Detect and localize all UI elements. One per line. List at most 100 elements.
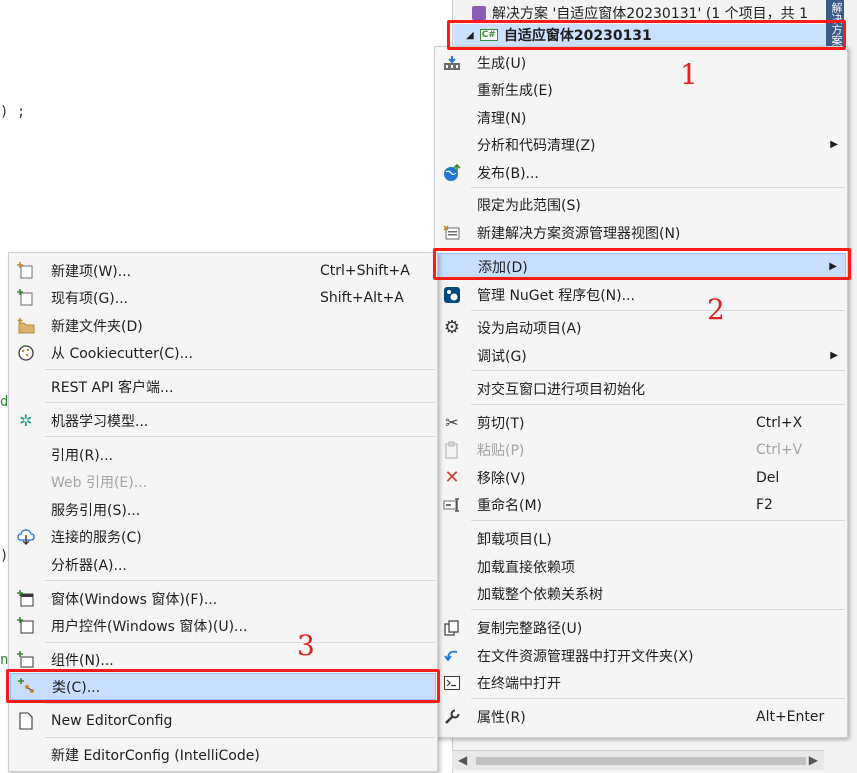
nuget-icon: [442, 285, 462, 305]
menu-item-label: 分析和代码清理(Z): [477, 137, 596, 154]
submenu-item-new-item[interactable]: 新建项(W)... Ctrl+Shift+A: [10, 257, 436, 284]
scroll-left-icon[interactable]: ◀: [458, 753, 467, 767]
menu-item-build[interactable]: 生成(U): [436, 49, 846, 76]
menu-item-shortcut: Ctrl+Shift+A: [320, 262, 410, 279]
menu-item-label: 管理 NuGet 程序包(N)...: [477, 287, 635, 304]
existing-item-icon: [16, 288, 36, 308]
scroll-right-icon[interactable]: ▶: [809, 753, 818, 767]
submenu-arrow-icon: ▶: [830, 350, 838, 361]
solution-icon: [472, 6, 486, 20]
menu-item-label: 分析器(A)...: [51, 557, 127, 574]
menu-item-properties[interactable]: 属性(R) Alt+Enter: [436, 703, 846, 730]
menu-item-label: 新建项(W)...: [51, 263, 132, 280]
menu-item-label: 调试(G): [477, 348, 527, 365]
menu-item-label: 粘贴(P): [477, 442, 525, 459]
menu-item-debug[interactable]: 调试(G) ▶: [436, 342, 846, 369]
menu-item-load-dep-tree[interactable]: 加载整个依赖关系树: [436, 580, 846, 607]
menu-item-label: 新建解决方案资源管理器视图(N): [477, 225, 681, 242]
submenu-item-reference[interactable]: 引用(R)...: [10, 441, 436, 468]
menu-item-label: 引用(R)...: [51, 447, 114, 464]
submenu-item-ml-model[interactable]: ✲ 机器学习模型...: [10, 407, 436, 434]
menu-item-label: 清理(N): [477, 110, 527, 127]
menu-item-shortcut: Ctrl+X: [756, 414, 803, 431]
form-icon: [16, 589, 36, 609]
menu-item-shortcut: Alt+Enter: [756, 708, 825, 725]
menu-item-label: 机器学习模型...: [51, 413, 149, 430]
menu-item-open-in-explorer[interactable]: 在文件资源管理器中打开文件夹(X): [436, 642, 846, 669]
menu-item-copy-full-path[interactable]: 复制完整路径(U): [436, 614, 846, 641]
scrollbar-thumb[interactable]: [476, 757, 806, 765]
rename-icon: [442, 495, 462, 515]
submenu-item-new-editorconfig[interactable]: New EditorConfig: [10, 707, 436, 734]
submenu-item-new-editorconfig-intellicode[interactable]: 新建 EditorConfig (IntelliCode): [10, 741, 436, 768]
menu-separator: [471, 404, 845, 405]
menu-item-label: 连接的服务(C): [51, 529, 142, 546]
menu-item-interactive-init[interactable]: 对交互窗口进行项目初始化: [436, 375, 846, 402]
ml-model-icon: ✲: [19, 411, 33, 430]
menu-separator: [471, 187, 845, 188]
menu-separator: [471, 698, 845, 699]
menu-item-unload-project[interactable]: 卸载项目(L): [436, 525, 846, 552]
menu-item-label: 重新生成(E): [477, 82, 553, 99]
menu-separator: [45, 580, 435, 581]
gear-icon: ⚙: [443, 317, 461, 338]
submenu-item-web-reference[interactable]: Web 引用(E)...: [10, 468, 436, 495]
menu-item-label: 组件(N)...: [51, 652, 114, 669]
paste-icon: [442, 440, 462, 460]
menu-item-rebuild[interactable]: 重新生成(E): [436, 76, 846, 103]
menu-item-clean[interactable]: 清理(N): [436, 104, 846, 131]
submenu-item-rest-api-client[interactable]: REST API 客户端...: [10, 373, 436, 400]
new-view-icon: [442, 223, 462, 243]
menu-item-set-startup[interactable]: ⚙ 设为启动项目(A): [436, 314, 846, 341]
menu-item-paste[interactable]: 粘贴(P) Ctrl+V: [436, 436, 846, 463]
menu-item-label: 从 Cookiecutter(C)...: [51, 345, 193, 362]
submenu-item-existing-item[interactable]: 现有项(G)... Shift+Alt+A: [10, 284, 436, 311]
menu-item-publish[interactable]: 发布(B)...: [436, 159, 846, 186]
menu-item-remove[interactable]: ✕ 移除(V) Del: [436, 464, 846, 491]
menu-item-open-in-terminal[interactable]: 在终端中打开: [436, 669, 846, 696]
connected-service-icon: [16, 527, 36, 547]
menu-item-label: 限定为此范围(S): [477, 197, 581, 214]
menu-item-rename[interactable]: 重命名(M) F2: [436, 491, 846, 518]
menu-item-label: 现有项(G)...: [51, 290, 129, 307]
submenu-item-user-control[interactable]: 用户控件(Windows 窗体)(U)...: [10, 612, 436, 639]
menu-item-label: 加载直接依赖项: [477, 559, 575, 576]
menu-separator: [45, 369, 435, 370]
menu-item-shortcut: F2: [756, 496, 773, 513]
menu-item-analyze[interactable]: 分析和代码清理(Z) ▶: [436, 131, 846, 158]
menu-item-shortcut: Ctrl+V: [756, 441, 803, 458]
submenu-item-cookiecutter[interactable]: 从 Cookiecutter(C)...: [10, 339, 436, 366]
component-icon: [16, 650, 36, 670]
annotation-number-3: 3: [297, 629, 315, 662]
code-fragment: ) ;: [0, 104, 26, 120]
menu-item-label: 在文件资源管理器中打开文件夹(X): [477, 648, 694, 665]
menu-item-manage-nuget[interactable]: 管理 NuGet 程序包(N)...: [436, 281, 846, 308]
menu-item-label: 移除(V): [477, 470, 526, 487]
submenu-item-analyzer[interactable]: 分析器(A)...: [10, 551, 436, 578]
submenu-item-connected-service[interactable]: 连接的服务(C): [10, 523, 436, 550]
submenu-item-new-folder[interactable]: 新建文件夹(D): [10, 312, 436, 339]
menu-item-label: 属性(R): [477, 709, 526, 726]
submenu-item-service-reference[interactable]: 服务引用(S)...: [10, 496, 436, 523]
menu-item-label: 加载整个依赖关系树: [477, 586, 603, 603]
annotation-box-class: [6, 669, 440, 703]
submenu-arrow-icon: ▶: [830, 139, 838, 150]
submenu-item-windows-form[interactable]: 窗体(Windows 窗体)(F)...: [10, 585, 436, 612]
new-folder-icon: [16, 316, 36, 336]
menu-separator: [471, 520, 845, 521]
menu-item-load-direct-deps[interactable]: 加载直接依赖项: [436, 553, 846, 580]
menu-separator: [45, 402, 435, 403]
menu-item-cut[interactable]: ✂ 剪切(T) Ctrl+X: [436, 409, 846, 436]
menu-item-new-explorer-view[interactable]: 新建解决方案资源管理器视图(N): [436, 219, 846, 246]
menu-separator: [45, 703, 435, 704]
menu-item-scope-to-this[interactable]: 限定为此范围(S): [436, 191, 846, 218]
menu-item-shortcut: Del: [756, 469, 780, 486]
horizontal-scrollbar[interactable]: ◀ ▶: [452, 750, 824, 770]
menu-item-label: 窗体(Windows 窗体)(F)...: [51, 591, 218, 608]
menu-item-label: 对交互窗口进行项目初始化: [477, 381, 645, 398]
menu-item-label: 新建文件夹(D): [51, 318, 143, 335]
menu-item-label: 新建 EditorConfig (IntelliCode): [51, 747, 260, 764]
build-icon: [442, 53, 462, 73]
annotation-box-add: [433, 248, 851, 280]
menu-item-label: Web 引用(E)...: [51, 474, 148, 491]
